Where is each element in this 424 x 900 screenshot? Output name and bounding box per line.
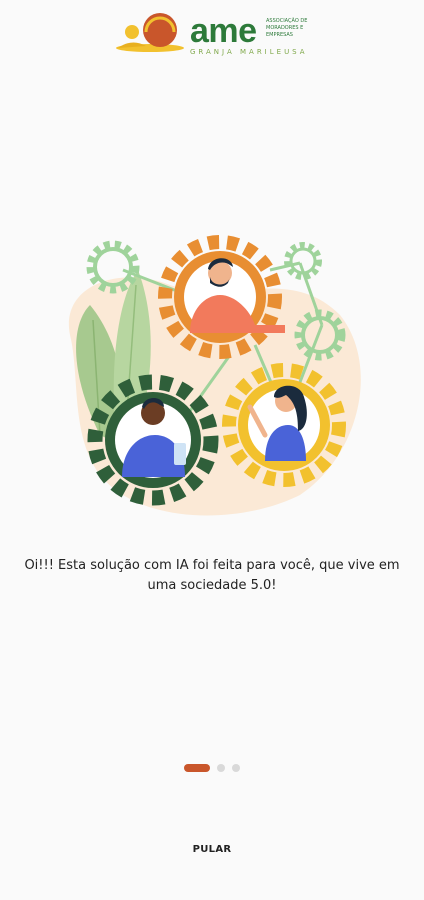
logo-emblem-icon (116, 13, 184, 52)
page-dot[interactable] (232, 764, 240, 772)
page-dot-active[interactable] (184, 764, 210, 772)
page-indicator (0, 764, 424, 772)
ame-logo: ame Associação de Moradores e Empresas G… (114, 10, 314, 58)
logo-tagline: Granja Marileusa (190, 48, 308, 56)
logo-subtitle: Associação de Moradores e Empresas (266, 18, 308, 38)
onboarding-screen: ame Associação de Moradores e Empresas G… (0, 0, 424, 900)
onboarding-message: Oi!!! Esta solução com IA foi feita para… (24, 558, 400, 593)
logo-wordmark: ame (190, 12, 257, 50)
onboarding-illustration (60, 225, 370, 525)
skip-button[interactable]: PULAR (172, 840, 252, 860)
page-dot[interactable] (217, 764, 225, 772)
small-gear-icon (284, 242, 322, 280)
